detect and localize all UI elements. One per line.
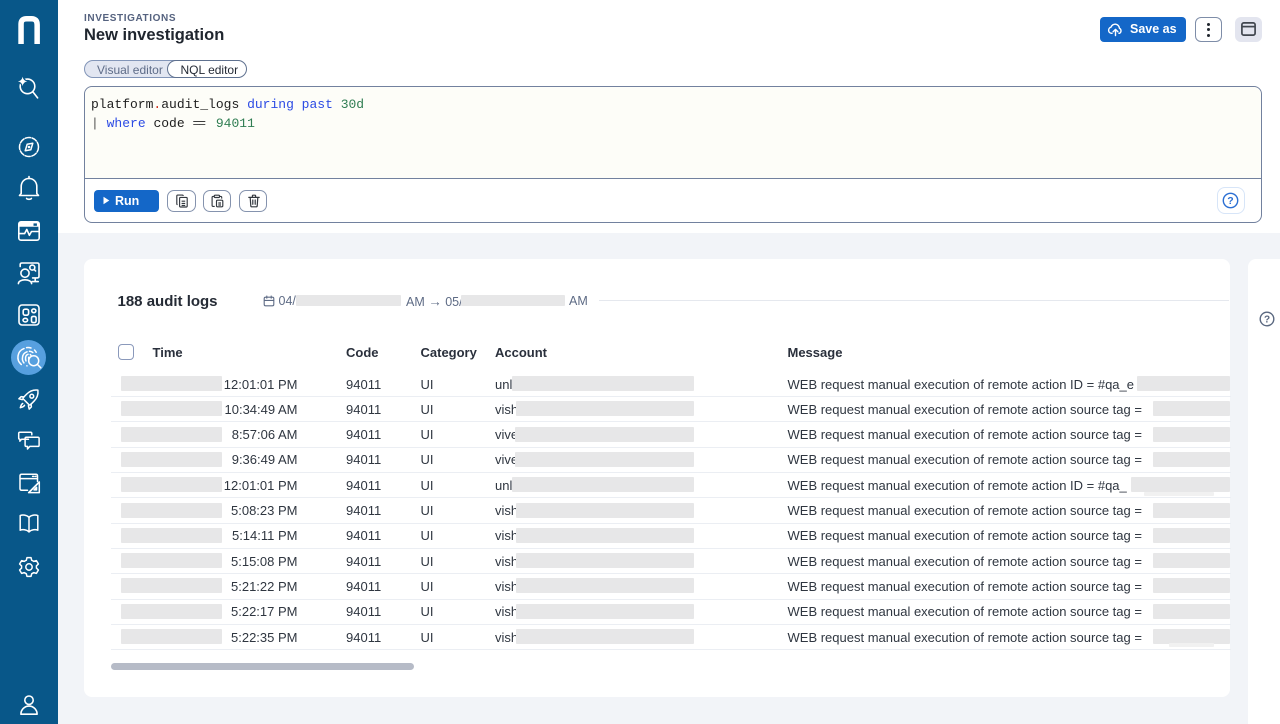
svg-text:?: ? xyxy=(1227,195,1233,207)
svg-text:?: ? xyxy=(1264,315,1270,326)
